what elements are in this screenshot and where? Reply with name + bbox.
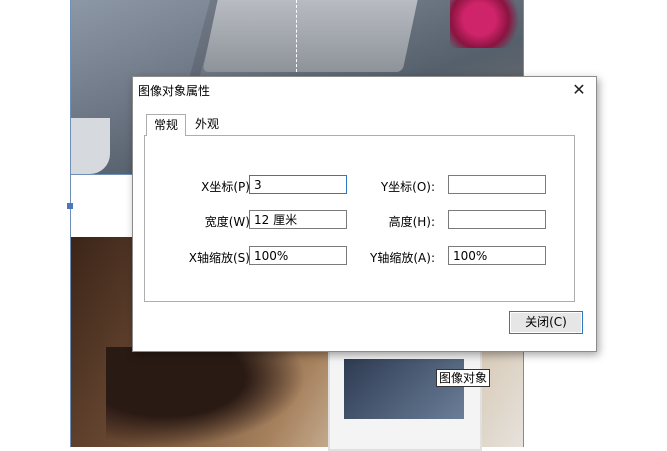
dialog-titlebar[interactable]: 图像对象属性 ✕ xyxy=(133,77,596,103)
selection-handle[interactable] xyxy=(67,203,73,209)
close-button[interactable]: 关闭(C) xyxy=(509,311,583,334)
height-field[interactable] xyxy=(448,210,546,229)
height-label: 高度(H): xyxy=(388,215,435,229)
page-border-left xyxy=(70,0,71,447)
cup-photo-element xyxy=(70,118,110,174)
monitor-screen xyxy=(344,359,464,419)
x-coordinate-field[interactable]: 3 xyxy=(249,175,347,194)
tab-appearance[interactable]: 外观 xyxy=(188,114,226,134)
width-field[interactable]: 12 厘米 xyxy=(249,210,347,229)
laptop-photo-element xyxy=(202,0,418,72)
width-label: 宽度(W): xyxy=(204,215,254,229)
tab-general[interactable]: 常规 xyxy=(146,114,186,136)
person-photo-element xyxy=(106,347,306,447)
x-coordinate-label: X坐标(P): xyxy=(201,180,254,194)
flower-photo-element xyxy=(450,0,524,48)
close-icon[interactable]: ✕ xyxy=(568,80,590,100)
alignment-guide xyxy=(296,0,297,72)
y-scale-label: Y轴缩放(A): xyxy=(370,251,435,265)
y-scale-field[interactable]: 100% xyxy=(448,246,546,265)
image-object-tooltip: 图像对象 xyxy=(436,369,491,387)
image-object-properties-dialog: 图像对象属性 ✕ 常规 外观 X坐标(P): 3 Y坐标(O): 宽度(W): … xyxy=(132,76,597,352)
dialog-title: 图像对象属性 xyxy=(138,84,211,98)
x-scale-label: X轴缩放(S): xyxy=(188,251,254,265)
y-coordinate-field[interactable] xyxy=(448,175,546,194)
x-scale-field[interactable]: 100% xyxy=(249,246,347,265)
monitor-photo-element xyxy=(328,349,482,451)
y-coordinate-label: Y坐标(O): xyxy=(380,180,435,194)
